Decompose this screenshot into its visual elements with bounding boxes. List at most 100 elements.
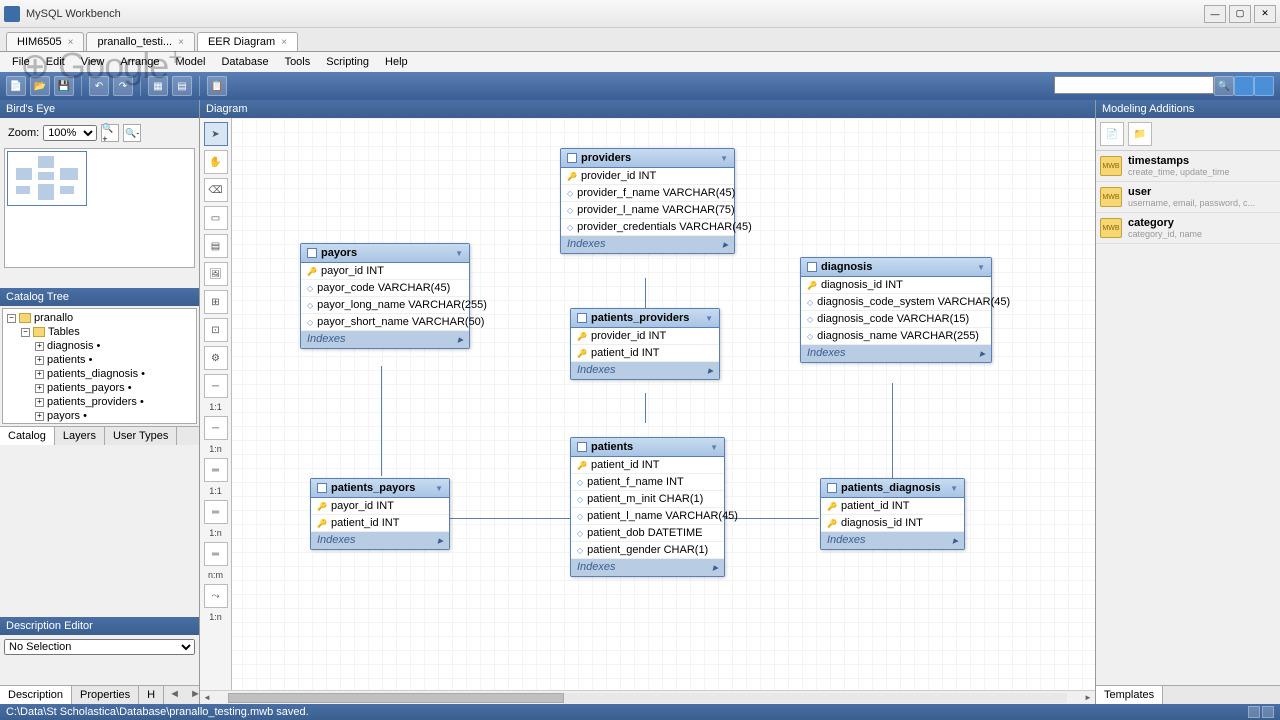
zoom-out-icon[interactable]: 🔍-: [123, 124, 141, 142]
diagram-canvas[interactable]: ➤ ✋ ⌫ ▭ ▤ 🖼 ⊞ ⊡ ⚙ ─ 1:1 ─ 1:n ═ 1:1 ═ 1:…: [200, 118, 1095, 690]
menu-help[interactable]: Help: [377, 54, 416, 70]
template-folder-button[interactable]: 📁: [1128, 122, 1152, 146]
chevron-down-icon[interactable]: ▼: [950, 484, 958, 493]
tab-description[interactable]: Description: [0, 686, 72, 704]
chevron-right-icon[interactable]: ▸: [979, 347, 985, 360]
description-select[interactable]: No Selection: [4, 639, 195, 655]
rel-existing-tool[interactable]: ⤳: [204, 584, 228, 608]
file-tab-active[interactable]: EER Diagram×: [197, 32, 298, 51]
hand-tool[interactable]: ✋: [204, 150, 228, 174]
search-button[interactable]: 🔍: [1214, 76, 1234, 96]
chevron-down-icon[interactable]: ▼: [977, 263, 985, 272]
table-patients-providers[interactable]: patients_providers▼ 🔑provider_id INT 🔑pa…: [570, 308, 720, 380]
maximize-button[interactable]: ▢: [1229, 5, 1251, 23]
rel-n-m-tool[interactable]: ═: [204, 542, 228, 566]
tab-history[interactable]: H: [139, 686, 164, 704]
rel-1-n-tool[interactable]: ─: [204, 416, 228, 440]
status-icon[interactable]: [1262, 706, 1274, 718]
zoom-select[interactable]: 100%: [43, 125, 97, 141]
menu-tools[interactable]: Tools: [277, 54, 319, 70]
tree-item[interactable]: patients •: [47, 354, 92, 366]
status-icon[interactable]: [1248, 706, 1260, 718]
scroll-right-icon[interactable]: ►: [1081, 691, 1095, 705]
pointer-tool[interactable]: ➤: [204, 122, 228, 146]
overview-map[interactable]: [4, 148, 195, 268]
chevron-down-icon[interactable]: ▼: [705, 314, 713, 323]
tab-catalog[interactable]: Catalog: [0, 427, 55, 445]
align-button[interactable]: ▤: [172, 76, 192, 96]
panel-toggle-2[interactable]: [1254, 76, 1274, 96]
table-tool[interactable]: ⊞: [204, 290, 228, 314]
chevron-right-icon[interactable]: ▸: [722, 238, 728, 251]
chevron-right-icon[interactable]: ▸: [952, 534, 958, 547]
image-tool[interactable]: 🖼: [204, 262, 228, 286]
close-icon[interactable]: ×: [68, 37, 74, 48]
tab-user-types[interactable]: User Types: [105, 427, 177, 445]
routine-tool[interactable]: ⚙: [204, 346, 228, 370]
horizontal-scrollbar[interactable]: ◄ ►: [200, 690, 1095, 704]
expand-icon[interactable]: +: [35, 398, 44, 407]
file-tab[interactable]: HIM6505×: [6, 32, 84, 51]
table-providers[interactable]: providers▼ 🔑provider_id INT ◇provider_f_…: [560, 148, 735, 254]
chevron-right-icon[interactable]: ▸: [712, 561, 718, 574]
expand-icon[interactable]: +: [35, 412, 44, 421]
expand-icon[interactable]: +: [35, 384, 44, 393]
tree-item[interactable]: patients_diagnosis •: [47, 368, 145, 380]
expand-icon[interactable]: −: [21, 328, 30, 337]
new-button[interactable]: 📄: [6, 76, 26, 96]
tree-item[interactable]: payors •: [47, 410, 87, 422]
tab-prev-icon[interactable]: ◄: [164, 686, 185, 704]
expand-icon[interactable]: +: [35, 370, 44, 379]
menu-edit[interactable]: Edit: [38, 54, 73, 70]
menu-scripting[interactable]: Scripting: [318, 54, 377, 70]
expand-icon[interactable]: −: [7, 314, 16, 323]
menu-file[interactable]: File: [4, 54, 38, 70]
menu-model[interactable]: Model: [168, 54, 214, 70]
template-timestamps[interactable]: MWB timestampscreate_time, update_time: [1096, 151, 1280, 182]
table-diagnosis[interactable]: diagnosis▼ 🔑diagnosis_id INT ◇diagnosis_…: [800, 257, 992, 363]
table-payors[interactable]: payors▼ 🔑payor_id INT ◇payor_code VARCHA…: [300, 243, 470, 349]
zoom-in-icon[interactable]: 🔍+: [101, 124, 119, 142]
redo-button[interactable]: ↷: [113, 76, 133, 96]
tab-layers[interactable]: Layers: [55, 427, 105, 445]
rel-1-1-id-tool[interactable]: ═: [204, 458, 228, 482]
menu-view[interactable]: View: [73, 54, 113, 70]
rel-1-n-id-tool[interactable]: ═: [204, 500, 228, 524]
minimize-button[interactable]: —: [1204, 5, 1226, 23]
chevron-down-icon[interactable]: ▼: [435, 484, 443, 493]
template-new-button[interactable]: 📄: [1100, 122, 1124, 146]
chevron-down-icon[interactable]: ▼: [710, 443, 718, 452]
template-category[interactable]: MWB categorycategory_id, name: [1096, 213, 1280, 244]
file-tab[interactable]: pranallo_testi...×: [86, 32, 194, 51]
close-button[interactable]: ✕: [1254, 5, 1276, 23]
menu-database[interactable]: Database: [213, 54, 276, 70]
table-patients[interactable]: patients▼ 🔑patient_id INT ◇patient_f_nam…: [570, 437, 725, 577]
panel-toggle-1[interactable]: [1234, 76, 1254, 96]
layer-tool[interactable]: ▭: [204, 206, 228, 230]
template-user[interactable]: MWB userusername, email, password, c...: [1096, 182, 1280, 213]
expand-icon[interactable]: +: [35, 342, 44, 351]
view-tool[interactable]: ⊡: [204, 318, 228, 342]
search-input[interactable]: [1054, 76, 1214, 94]
close-icon[interactable]: ×: [178, 37, 184, 48]
tab-properties[interactable]: Properties: [72, 686, 139, 704]
expand-icon[interactable]: +: [35, 356, 44, 365]
tab-templates[interactable]: Templates: [1096, 686, 1163, 704]
table-patients-diagnosis[interactable]: patients_diagnosis▼ 🔑patient_id INT 🔑dia…: [820, 478, 965, 550]
tree-item[interactable]: diagnosis •: [47, 340, 100, 352]
tree-item[interactable]: patients_providers •: [47, 396, 144, 408]
chevron-right-icon[interactable]: ▸: [437, 534, 443, 547]
menu-arrange[interactable]: Arrange: [112, 54, 167, 70]
rel-1-1-tool[interactable]: ─: [204, 374, 228, 398]
scroll-left-icon[interactable]: ◄: [200, 691, 214, 705]
catalog-tree[interactable]: −pranallo −Tables +diagnosis • +patients…: [2, 308, 197, 424]
open-button[interactable]: 📂: [30, 76, 50, 96]
tree-item[interactable]: patients_payors •: [47, 382, 132, 394]
note-tool[interactable]: ▤: [204, 234, 228, 258]
chevron-down-icon[interactable]: ▼: [455, 249, 463, 258]
eraser-tool[interactable]: ⌫: [204, 178, 228, 202]
table-patients-payors[interactable]: patients_payors▼ 🔑payor_id INT 🔑patient_…: [310, 478, 450, 550]
save-button[interactable]: 💾: [54, 76, 74, 96]
chevron-down-icon[interactable]: ▼: [720, 154, 728, 163]
chevron-right-icon[interactable]: ▸: [457, 333, 463, 346]
